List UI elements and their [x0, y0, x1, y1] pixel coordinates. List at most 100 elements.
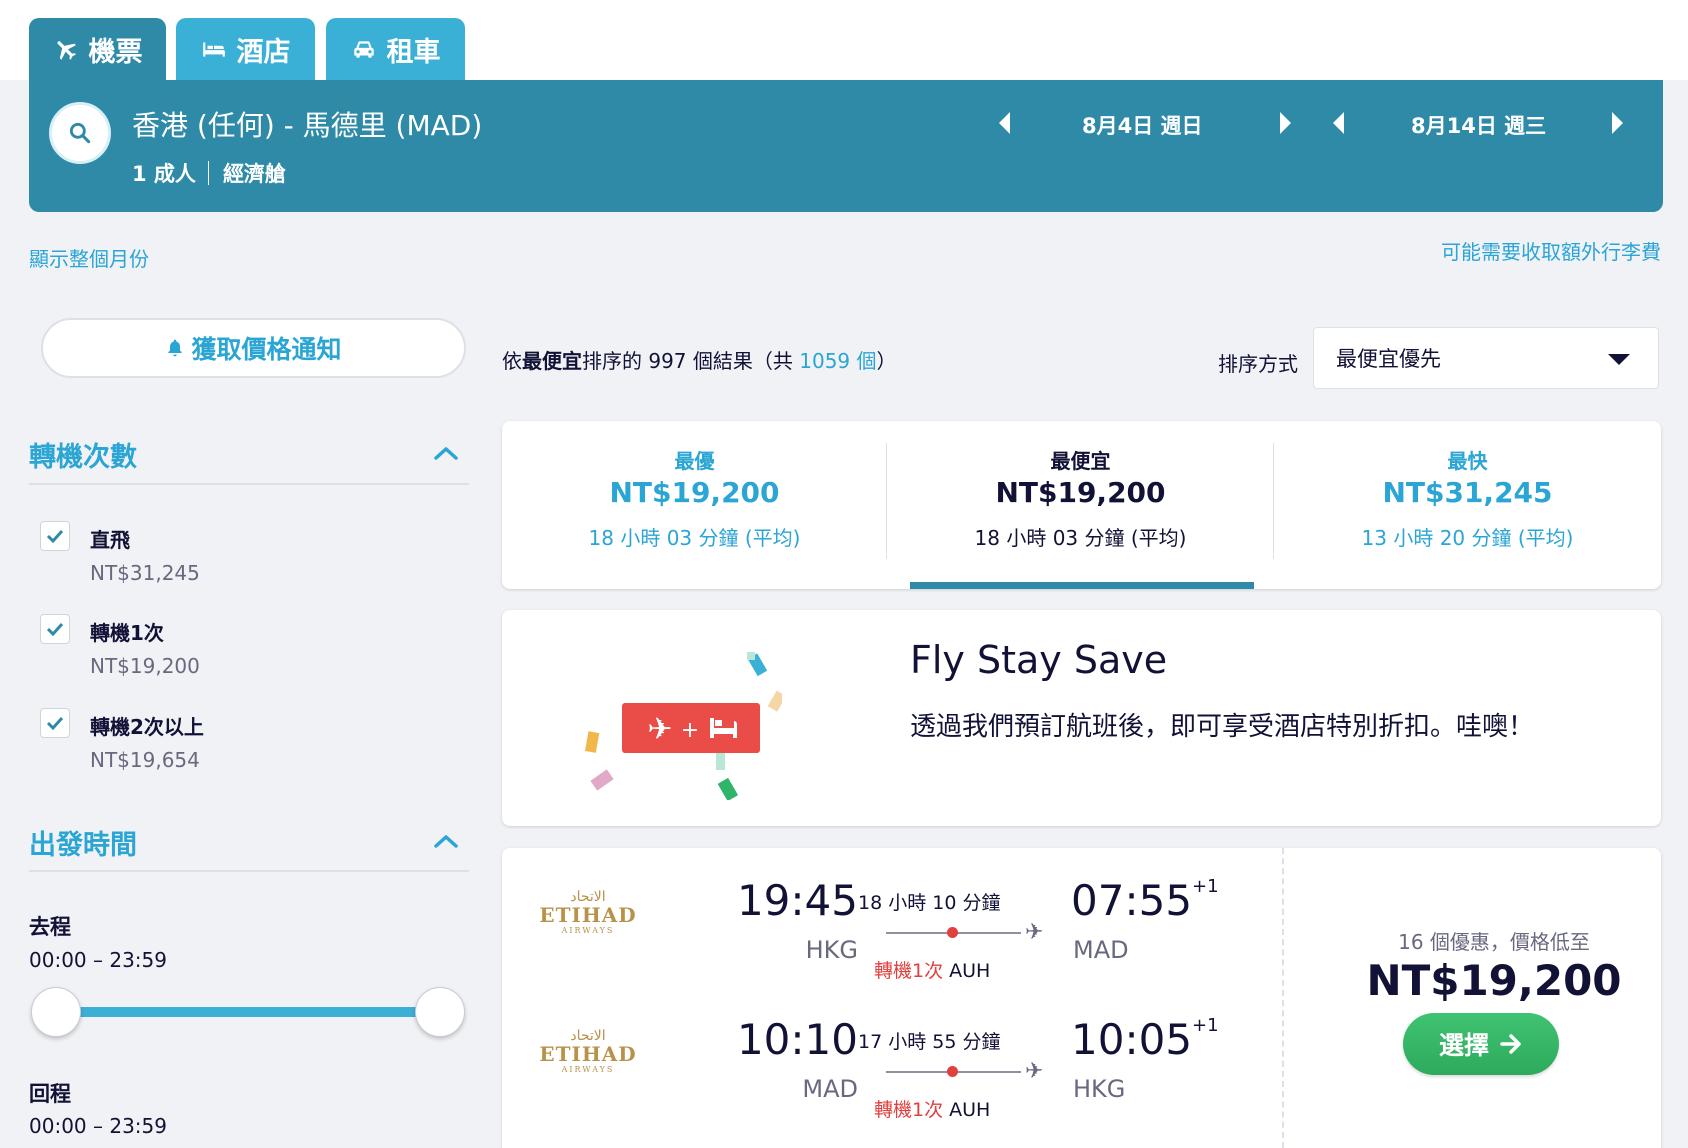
checkbox-two-plus-stops[interactable]	[40, 708, 70, 738]
svg-text:+: +	[681, 718, 699, 743]
passenger-cabin[interactable]: 1 成人 經濟艙	[132, 158, 286, 188]
flight-price: NT$19,200	[1366, 956, 1622, 1005]
stop-price: NT$19,200	[90, 654, 200, 678]
caret-down-icon	[1608, 354, 1630, 365]
slider-min-handle[interactable]	[31, 987, 81, 1037]
divider	[207, 161, 209, 185]
price-alert-label: 獲取價格通知	[191, 335, 342, 364]
summary-title: 最快	[1447, 449, 1488, 473]
outbound-label: 去程	[29, 915, 71, 939]
return-prev-arrow[interactable]	[1333, 112, 1344, 134]
sort-dropdown[interactable]: 最便宜優先	[1313, 327, 1659, 389]
flight-result-card[interactable]: الاتحاد ETIHAD AIRWAYS 19:45 HKG 18 小時 1…	[502, 848, 1661, 1148]
divider	[886, 443, 887, 559]
departure-time: 19:45	[736, 876, 858, 925]
select-button[interactable]: 選擇	[1403, 1013, 1559, 1075]
depart-next-arrow[interactable]	[1280, 112, 1291, 134]
airline-logo-name: ETIHAD	[539, 903, 637, 927]
outbound-leg: الاتحاد ETIHAD AIRWAYS 19:45 HKG 18 小時 1…	[502, 848, 1282, 988]
promo-text: 透過我們預訂航班後，即可享受酒店特別折扣。哇噢！	[910, 712, 1535, 742]
passenger-count: 1 成人	[132, 162, 196, 186]
stop-count: 轉機1次	[874, 960, 944, 982]
departure-time-filter-title[interactable]: 出發時間	[29, 823, 137, 862]
arrival-airport: HKG	[1073, 1075, 1126, 1103]
summary-duration: 18 小時 03 分鐘 (平均)	[974, 526, 1187, 550]
stop-dot	[947, 1066, 958, 1077]
results-prefix: 依	[502, 349, 522, 373]
summary-price: NT$19,200	[995, 476, 1166, 509]
tab-flights[interactable]: 機票	[29, 18, 166, 80]
stop-label: 轉機2次以上	[90, 715, 204, 739]
arrival-time-value: 10:05	[1071, 1015, 1193, 1064]
leg-stops: 轉機1次 AUH	[874, 1095, 990, 1122]
checkbox-one-stop[interactable]	[40, 614, 70, 644]
checkmark-icon	[46, 529, 64, 544]
depart-prev-arrow[interactable]	[999, 112, 1010, 134]
summary-best[interactable]: 最優 NT$19,200 18 小時 03 分鐘 (平均)	[502, 421, 887, 589]
summary-duration: 18 小時 03 分鐘 (平均)	[588, 526, 801, 550]
via-airport: AUH	[949, 960, 991, 982]
return-label: 回程	[29, 1082, 71, 1106]
summary-tabs: 最優 NT$19,200 18 小時 03 分鐘 (平均) 最便宜 NT$19,…	[502, 421, 1661, 589]
search-summary-bar[interactable]: 香港 (任何) - 馬德里 (MAD) 1 成人 經濟艙 8月4日 週日 8月1…	[29, 80, 1663, 212]
sort-label: 排序方式	[1218, 352, 1298, 376]
plane-icon: ✈	[1025, 1059, 1044, 1084]
price-alert-button[interactable]: 獲取價格通知	[41, 318, 466, 378]
results-total: 1059 個	[799, 349, 877, 373]
bed-icon	[202, 42, 225, 57]
fly-stay-save-banner[interactable]: ✈ + Fly Stay Save 透過我們預訂航班後，即可享受酒店特別折扣。哇…	[502, 610, 1661, 826]
active-tab-indicator	[910, 582, 1254, 589]
stop-dot	[947, 927, 958, 938]
checkmark-icon	[46, 716, 64, 731]
plane-icon	[57, 41, 76, 60]
summary-cheapest[interactable]: 最便宜 NT$19,200 18 小時 03 分鐘 (平均)	[888, 421, 1273, 589]
stops-filter-title[interactable]: 轉機次數	[29, 435, 137, 474]
bell-icon	[168, 339, 183, 357]
results-count: 依最便宜排序的 997 個結果（共 1059 個）	[502, 345, 897, 374]
arrival-time: 07:55+1	[1071, 876, 1219, 925]
chevron-up-icon[interactable]	[433, 833, 459, 849]
leg-duration: 18 小時 10 分鐘	[858, 892, 1001, 914]
arrival-time-value: 07:55	[1071, 876, 1193, 925]
day-offset: +1	[1192, 1015, 1219, 1036]
summary-price: NT$31,245	[1382, 476, 1553, 509]
stop-price: NT$19,654	[90, 748, 200, 772]
search-icon	[69, 122, 91, 144]
tab-label: 機票	[88, 36, 143, 68]
return-next-arrow[interactable]	[1612, 112, 1623, 134]
stop-label: 轉機1次	[90, 621, 164, 645]
baggage-fee-link[interactable]: 可能需要收取額外行李費	[1441, 236, 1661, 265]
arrival-time: 10:05+1	[1071, 1015, 1219, 1064]
tab-hotels[interactable]: 酒店	[176, 18, 315, 80]
show-month-link[interactable]: 顯示整個月份	[29, 243, 149, 272]
return-date[interactable]: 8月14日 週三	[1411, 110, 1546, 140]
outbound-time-slider[interactable]	[56, 1007, 440, 1017]
depart-date[interactable]: 8月4日 週日	[1082, 110, 1203, 140]
divider	[1273, 443, 1274, 559]
airline-logo-name: ETIHAD	[539, 1042, 637, 1066]
tab-car-hire[interactable]: 租車	[326, 18, 465, 80]
checkbox-direct[interactable]	[40, 521, 70, 551]
tab-label: 酒店	[236, 36, 291, 68]
promo-title: Fly Stay Save	[910, 638, 1168, 682]
route-text[interactable]: 香港 (任何) - 馬德里 (MAD)	[132, 104, 482, 144]
svg-text:✈: ✈	[647, 712, 672, 747]
airline-logo-arabic: الاتحاد	[570, 1028, 606, 1044]
chevron-up-icon[interactable]	[433, 445, 459, 461]
cabin-class: 經濟艙	[222, 162, 286, 186]
divider	[29, 483, 469, 485]
checkmark-icon	[46, 622, 64, 637]
search-button[interactable]	[49, 102, 111, 164]
leg-stops: 轉機1次 AUH	[874, 956, 990, 983]
airline-logo-arabic: الاتحاد	[570, 889, 606, 905]
airline-logo-sub: AIRWAYS	[561, 926, 615, 935]
stop-label: 直飛	[90, 528, 130, 552]
divider	[29, 870, 469, 872]
plane-icon: ✈	[1025, 920, 1044, 945]
slider-max-handle[interactable]	[415, 987, 465, 1037]
departure-airport: HKG	[805, 936, 858, 964]
departure-airport: MAD	[802, 1075, 858, 1103]
airline-logo-sub: AIRWAYS	[561, 1065, 615, 1074]
summary-fastest[interactable]: 最快 NT$31,245 13 小時 20 分鐘 (平均)	[1275, 421, 1660, 589]
results-sort-word: 最便宜	[522, 349, 582, 373]
